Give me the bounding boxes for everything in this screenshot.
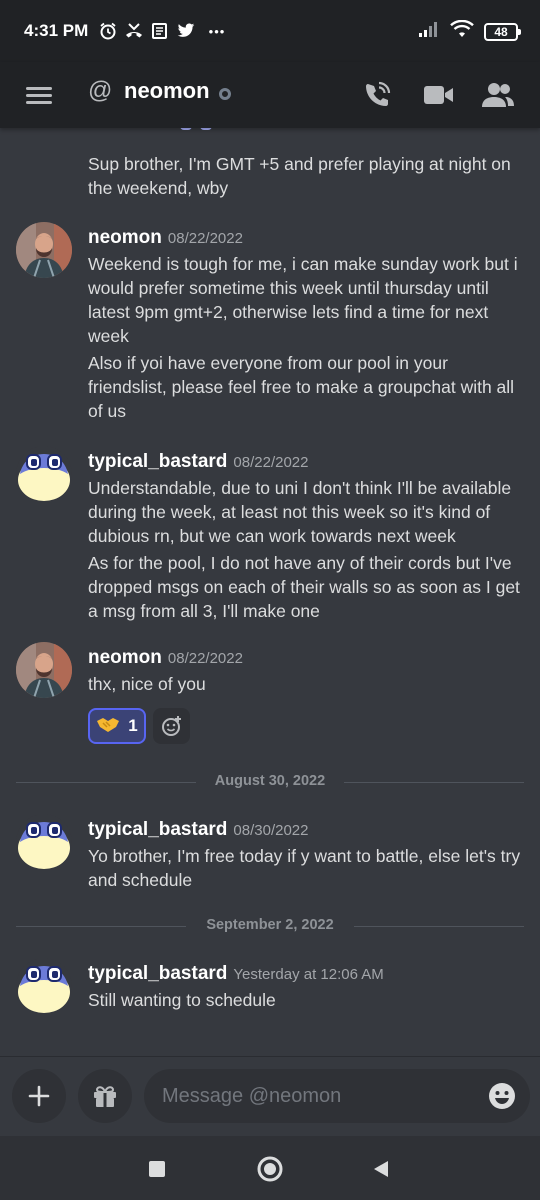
attach-button[interactable]	[12, 1069, 66, 1123]
plus-icon	[28, 1085, 50, 1107]
missed-call-icon	[124, 21, 144, 41]
message-text: Understandable, due to uni I don't think…	[88, 478, 520, 621]
battery-indicator: 48	[484, 22, 521, 41]
home-circle-icon[interactable]	[255, 1154, 285, 1184]
username[interactable]: typical_bastard	[88, 451, 227, 472]
message-text: Weekend is tough for me, i can make sund…	[88, 254, 518, 421]
twitter-icon	[176, 21, 196, 41]
wifi-icon	[450, 19, 474, 43]
video-icon[interactable]	[422, 78, 456, 112]
add-reaction-button[interactable]	[153, 708, 190, 744]
gift-icon	[94, 1086, 116, 1107]
gift-button[interactable]	[78, 1069, 132, 1123]
status-notification-icons: •••	[98, 20, 232, 42]
avatar[interactable]	[16, 642, 72, 698]
username[interactable]: typical_bastard	[88, 819, 227, 840]
avatar[interactable]	[16, 814, 72, 870]
date-divider: September 2, 2022	[16, 916, 524, 936]
reaction-count: 1	[128, 716, 138, 735]
username[interactable]: neomon	[88, 227, 162, 248]
avatar[interactable]	[16, 222, 72, 278]
message-text: Sup brother, I'm GMT +5 and prefer playi…	[88, 154, 511, 198]
timestamp: 08/22/2022	[167, 230, 243, 247]
avatar[interactable]	[16, 958, 72, 1014]
channel-title[interactable]: neomon	[124, 78, 210, 104]
message-header: typical_bastard Yesterday at 12:06 AM	[88, 963, 384, 985]
emoji-icon[interactable]	[488, 1082, 516, 1110]
call-icon[interactable]	[360, 78, 394, 112]
timestamp: 08/22/2022	[167, 650, 243, 667]
back-triangle-icon[interactable]	[366, 1154, 396, 1184]
news-icon	[150, 21, 170, 41]
signal-icon	[418, 21, 440, 42]
message-text: thx, nice of you	[88, 674, 206, 694]
message-input-wrapper	[144, 1069, 530, 1123]
members-icon[interactable]	[481, 78, 515, 112]
status-bar: 4:31 PM ••• 48	[0, 0, 540, 62]
channel-header: @ neomon	[0, 62, 540, 128]
offline-status-icon	[219, 88, 231, 100]
system-nav-bar	[0, 1136, 540, 1200]
message-text: Still wanting to schedule	[88, 990, 276, 1010]
message-header: neomon 08/22/2022	[88, 647, 243, 669]
username[interactable]: neomon	[88, 647, 162, 668]
dm-at-symbol: @	[88, 77, 113, 104]
add-reaction-icon	[161, 716, 181, 736]
more-dots-icon: •••	[208, 23, 226, 39]
reaction-button[interactable]: 1	[88, 708, 146, 744]
timestamp: 08/30/2022	[233, 822, 309, 839]
message-text: Yo brother, I'm free today if y want to …	[88, 846, 521, 890]
status-system-icons: 48	[418, 19, 521, 43]
timestamp: Yesterday at 12:06 AM	[233, 966, 384, 983]
status-time: 4:31 PM	[24, 21, 89, 40]
message-input[interactable]	[162, 1069, 462, 1123]
message-list[interactable]: Sup brother, I'm GMT +5 and prefer playi…	[0, 128, 540, 1056]
date-divider: August 30, 2022	[16, 772, 524, 792]
recents-square-icon[interactable]	[142, 1154, 172, 1184]
message-composer	[0, 1056, 540, 1136]
username[interactable]: typical_bastard	[88, 963, 227, 984]
menu-icon[interactable]	[26, 80, 52, 110]
message-header: neomon 08/22/2022	[88, 227, 243, 249]
avatar[interactable]	[16, 446, 72, 502]
message-header: typical_bastard 08/22/2022	[88, 451, 308, 473]
alarm-icon	[98, 21, 118, 41]
handshake-icon	[96, 715, 120, 738]
timestamp: 08/22/2022	[233, 454, 309, 471]
message-header: typical_bastard 08/30/2022	[88, 819, 308, 841]
